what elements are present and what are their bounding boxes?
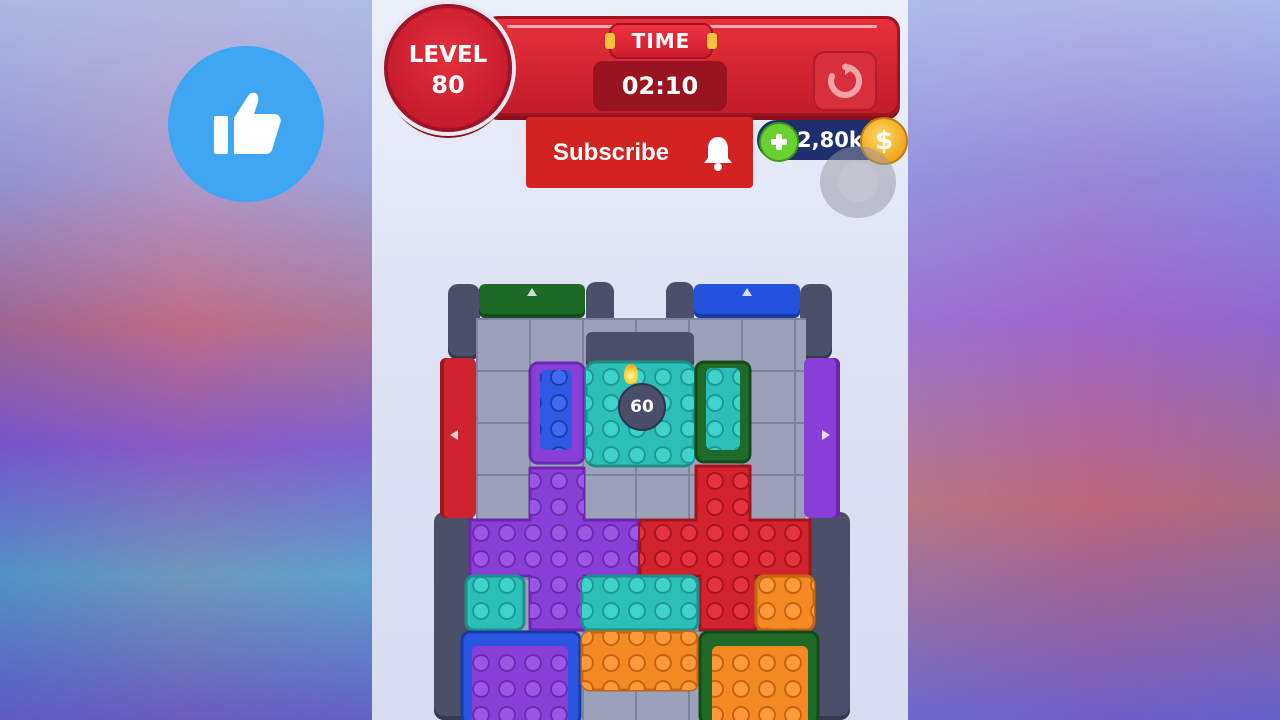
bolt-decoration [707,33,717,49]
time-label: TIME [631,29,691,53]
piece-green-orange-block[interactable] [698,630,820,720]
bolt-decoration [605,33,615,49]
touch-indicator [820,146,896,218]
hud-top-bar: TIME 02:10 [484,16,900,116]
piece-blue-purple-block[interactable] [460,630,582,720]
level-number: 80 [431,71,465,99]
bell-icon [704,137,732,171]
subscribe-button[interactable]: Subscribe [526,117,753,188]
timer-value: 02:10 [593,61,727,111]
level-label: LEVEL [408,42,488,68]
piece-orange-small[interactable] [754,574,816,632]
piece-orange-bar[interactable] [580,630,700,692]
subscribe-label: Subscribe [553,139,670,166]
restart-button[interactable] [813,51,877,111]
piece-purple-blue-bar[interactable] [528,361,586,465]
time-label-tab: TIME [605,23,717,59]
piece-green-teal-bar[interactable] [694,360,752,464]
add-coins-button[interactable] [759,122,799,162]
bomb-counter: 60 [618,383,666,431]
restart-icon [828,63,863,98]
piece-teal-bar[interactable] [580,574,700,632]
level-badge: LEVEL 80 [384,4,512,132]
piece-teal-small[interactable] [464,574,526,632]
bomb-fuse-flame [624,364,638,384]
